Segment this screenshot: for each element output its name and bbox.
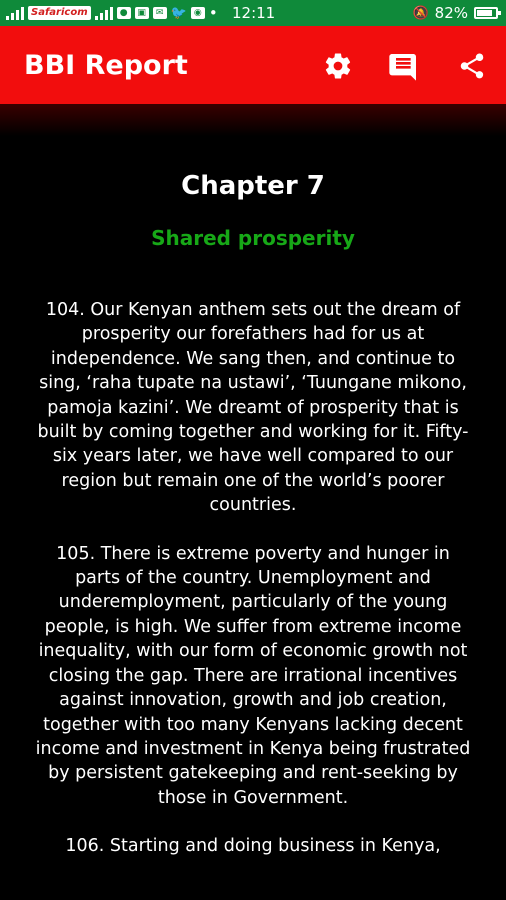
more-icon: • — [208, 4, 218, 22]
app-bar-shadow — [0, 104, 506, 136]
battery-percent: 82% — [434, 4, 468, 22]
app-bar: BBI Report — [0, 26, 506, 104]
notification-icon: ● — [116, 7, 131, 19]
status-bar: Safaricom ● ▣ ✉ 🐦 ◉ • 12:11 🔕 82% — [0, 0, 506, 26]
comment-button[interactable] — [388, 50, 420, 82]
paragraph-105: 105. There is extreme poverty and hunger… — [35, 543, 471, 808]
mail-icon: ✉ — [152, 7, 167, 19]
app-notification-icon: ◉ — [190, 7, 205, 19]
chapter-title: Chapter 7 — [181, 171, 325, 201]
image-icon: ▣ — [134, 7, 149, 19]
chapter-content[interactable]: Chapter 7 Shared prosperity 104. Our Ken… — [0, 160, 506, 859]
settings-icon — [325, 53, 351, 79]
paragraph-106: 106. Starting and doing business in Keny… — [65, 836, 441, 857]
status-left: Safaricom ● ▣ ✉ 🐦 ◉ • — [6, 4, 218, 22]
carrier-logo: Safaricom — [28, 6, 91, 20]
signal-icon-2 — [94, 6, 113, 20]
section-subtitle: Shared prosperity — [151, 226, 355, 250]
twitter-icon: 🐦 — [170, 5, 187, 21]
share-button[interactable] — [456, 50, 488, 82]
settings-button[interactable] — [322, 50, 354, 82]
share-icon — [460, 53, 484, 79]
signal-icon — [6, 6, 24, 20]
battery-icon — [474, 7, 501, 19]
paragraph-104: 104. Our Kenyan anthem sets out the drea… — [37, 300, 469, 516]
silent-icon: 🔕 — [412, 5, 429, 21]
clock: 12:11 — [232, 4, 276, 22]
comment-icon — [389, 54, 416, 81]
status-right: 🔕 82% — [412, 4, 501, 22]
app-title: BBI Report — [24, 50, 188, 81]
